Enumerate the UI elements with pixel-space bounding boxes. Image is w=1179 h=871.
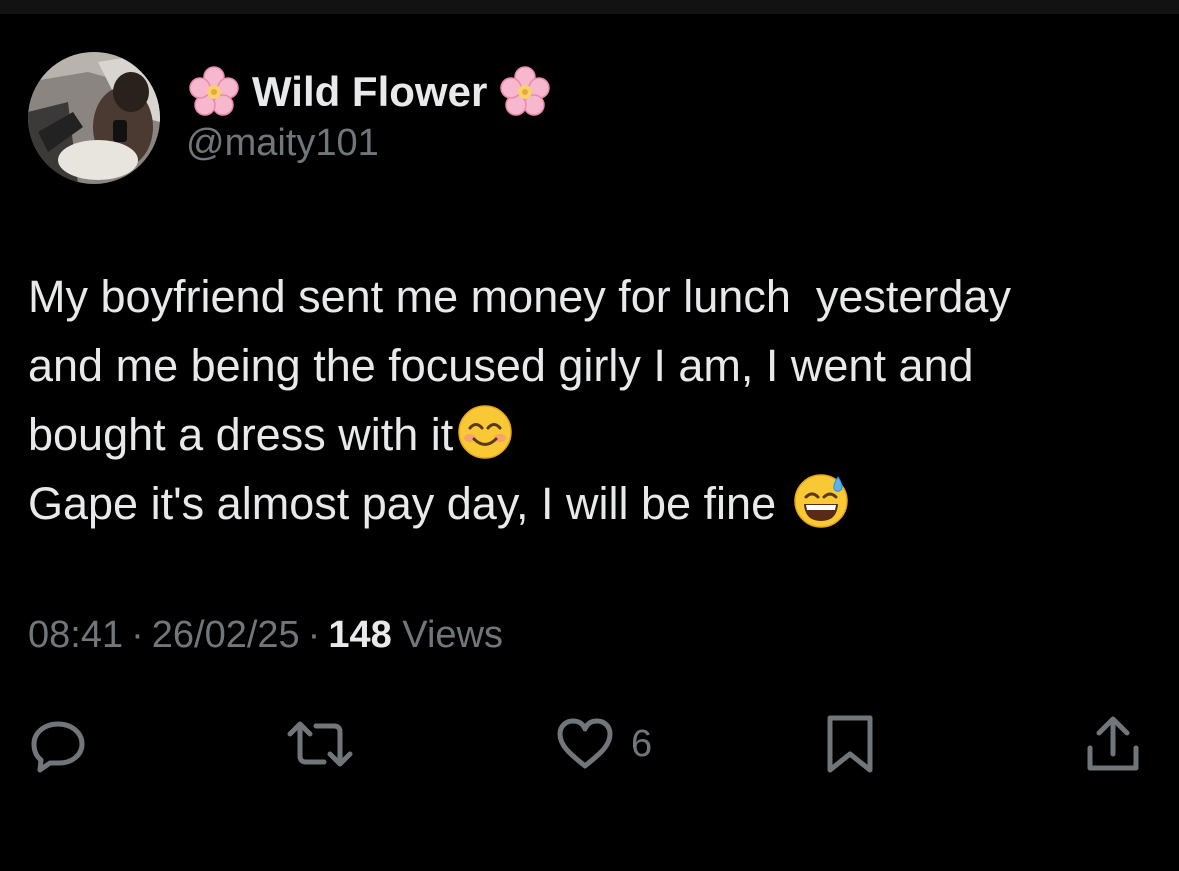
action-bar: 6 [0, 700, 1179, 790]
tweet-text: My boyfriend sent me money for lunch yes… [28, 262, 1158, 538]
heart-icon [557, 718, 613, 769]
like-button[interactable]: 6 [555, 712, 652, 776]
cherry-blossom-icon [189, 66, 239, 116]
retweet-button[interactable] [286, 712, 354, 776]
tweet-line-with-emoji: Gape it's almost pay day, I will be fine [28, 469, 1158, 538]
separator: · [131, 614, 144, 656]
bookmark-button[interactable] [822, 712, 878, 776]
retweet-icon [287, 721, 353, 767]
tweet-date[interactable]: 26/02/25 [152, 614, 300, 656]
views-count[interactable]: 148 [328, 614, 391, 656]
share-icon [1087, 716, 1139, 771]
tweet-line-with-emoji: bought a dress with it [28, 400, 1158, 469]
author-name-row[interactable]: Wild Flower [186, 64, 553, 120]
tweet-meta: 08:41 · 26/02/25 · 148 Views [28, 614, 503, 657]
separator: · [307, 614, 321, 656]
display-name[interactable]: Wild Flower [252, 68, 487, 116]
tweet-line: bought a dress with it [28, 409, 454, 460]
grinning-sweat-face-icon [793, 473, 849, 529]
tweet-line: My boyfriend sent me money for lunch yes… [28, 271, 1011, 322]
bookmark-icon [827, 715, 873, 773]
avatar[interactable] [28, 52, 160, 184]
share-button[interactable] [1083, 712, 1143, 776]
top-strip [0, 0, 1179, 14]
cherry-blossom-icon [500, 66, 551, 116]
tweet-line: Gape it's almost pay day, I will be fine [28, 478, 777, 529]
views-label[interactable]: Views [402, 614, 503, 656]
user-handle[interactable]: @maity101 [186, 122, 379, 165]
tweet-time[interactable]: 08:41 [28, 614, 123, 656]
reply-button[interactable] [28, 712, 88, 776]
smiling-face-icon [457, 404, 513, 460]
reply-icon [31, 721, 85, 773]
like-count: 6 [631, 722, 653, 765]
tweet-line: and me being the focused girly I am, I w… [28, 340, 974, 391]
